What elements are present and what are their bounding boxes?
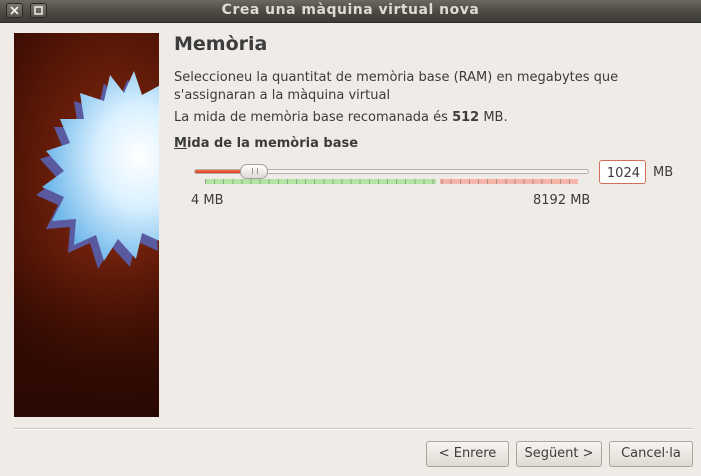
back-button[interactable]: < Enrere [426, 441, 509, 467]
memory-slider-fill [195, 170, 247, 173]
recommend-value: 512 [452, 110, 480, 125]
memory-max-label: 8192 MB [533, 193, 591, 208]
title-bar: Crea una màquina virtual nova [0, 0, 701, 23]
page-heading: Memòria [174, 33, 268, 55]
recommended-memory-text: La mida de memòria base recomanada és 51… [174, 110, 508, 125]
wizard-side-image [14, 33, 159, 417]
image-fade [14, 257, 159, 417]
scale-ticks [205, 179, 578, 184]
next-button[interactable]: Següent > [516, 441, 602, 467]
cancel-button[interactable]: Cancel·la [609, 441, 693, 467]
memory-label-mnemonic: M [174, 136, 187, 151]
page-description: Seleccioneu la quantitat de memòria base… [174, 70, 619, 103]
button-separator [14, 428, 693, 430]
memory-min-label: 4 MB [191, 193, 224, 208]
memory-size-label: Mida de la memòria base [174, 136, 358, 151]
memory-label-rest: ida de la memòria base [186, 136, 359, 151]
memory-unit: MB [653, 165, 674, 180]
recommend-suffix: MB. [479, 110, 508, 125]
recommend-prefix: La mida de memòria base recomanada és [174, 110, 453, 125]
memory-size-input[interactable] [599, 160, 646, 184]
window-title: Crea una màquina virtual nova [221, 2, 480, 18]
memory-slider-handle[interactable] [239, 164, 268, 179]
slider-grip-icon [251, 168, 258, 174]
